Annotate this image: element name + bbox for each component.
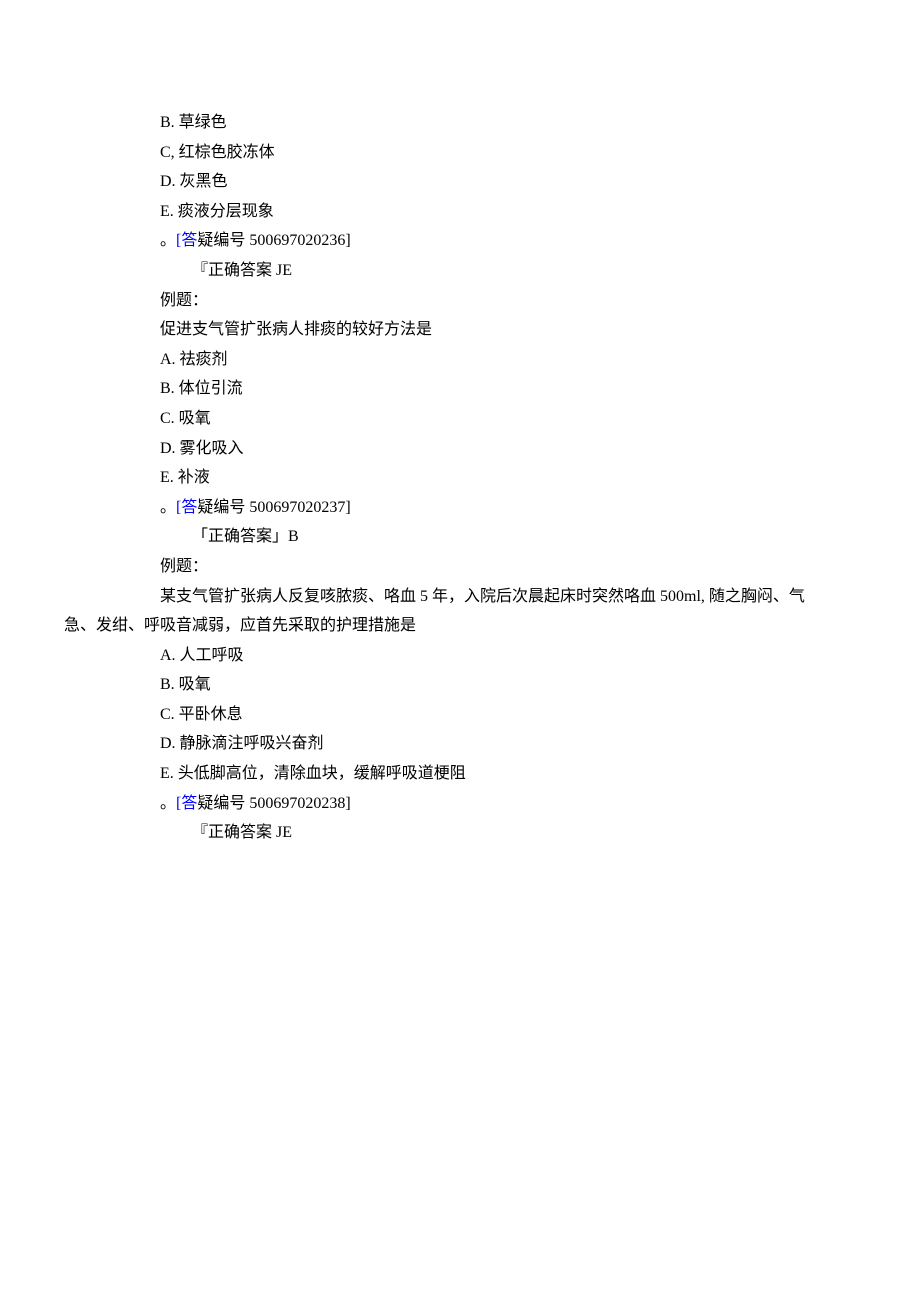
q3-option-d: D. 静脉滴注呼吸兴奋剂 bbox=[64, 729, 856, 759]
q1-correct-answer: 『正确答案 JE bbox=[64, 256, 856, 286]
q1-answer-prefix: 。 bbox=[160, 232, 176, 249]
q2-answer-link[interactable]: [答 bbox=[176, 499, 197, 516]
q2-answer-code-line: 。[答疑编号 500697020237] bbox=[64, 493, 856, 523]
q1-option-d: D. 灰黑色 bbox=[64, 167, 856, 197]
q3-option-e: E. 头低脚高位，清除血块，缓解呼吸道梗阻 bbox=[64, 759, 856, 789]
q1-option-e: E. 痰液分层现象 bbox=[64, 197, 856, 227]
q2-option-d: D. 雾化吸入 bbox=[64, 434, 856, 464]
q2-header: 例题： bbox=[64, 286, 856, 316]
q3-stem-line1: 某支气管扩张病人反复咳脓痰、咯血 5 年，入院后次晨起床时突然咯血 500ml,… bbox=[64, 582, 856, 612]
q3-correct-answer: 『正确答案 JE bbox=[64, 818, 856, 848]
q1-answer-link[interactable]: [答 bbox=[176, 232, 197, 249]
q1-option-c: C, 红棕色胶冻体 bbox=[64, 138, 856, 168]
q1-option-b: B. 草绿色 bbox=[64, 108, 856, 138]
q2-option-b: B. 体位引流 bbox=[64, 374, 856, 404]
q3-option-c: C. 平卧休息 bbox=[64, 700, 856, 730]
q2-option-c: C. 吸氧 bbox=[64, 404, 856, 434]
q2-option-e: E. 补液 bbox=[64, 463, 856, 493]
q3-answer-prefix: 。 bbox=[160, 795, 176, 812]
q3-answer-code: 疑编号 500697020238] bbox=[197, 795, 350, 812]
q2-option-a: A. 祛痰剂 bbox=[64, 345, 856, 375]
q3-header: 例题： bbox=[64, 552, 856, 582]
q2-answer-prefix: 。 bbox=[160, 499, 176, 516]
q1-answer-code: 疑编号 500697020236] bbox=[197, 232, 350, 249]
q3-option-b: B. 吸氧 bbox=[64, 670, 856, 700]
q3-option-a: A. 人工呼吸 bbox=[64, 641, 856, 671]
q2-stem: 促进支气管扩张病人排痰的较好方法是 bbox=[64, 315, 856, 345]
q3-answer-code-line: 。[答疑编号 500697020238] bbox=[64, 789, 856, 819]
q1-answer-code-line: 。[答疑编号 500697020236] bbox=[64, 226, 856, 256]
q2-answer-code: 疑编号 500697020237] bbox=[197, 499, 350, 516]
q3-stem-line2: 急、发绀、呼吸音减弱，应首先采取的护理措施是 bbox=[64, 611, 856, 641]
q3-answer-link[interactable]: [答 bbox=[176, 795, 197, 812]
q2-correct-answer: 「正确答案」B bbox=[64, 522, 856, 552]
